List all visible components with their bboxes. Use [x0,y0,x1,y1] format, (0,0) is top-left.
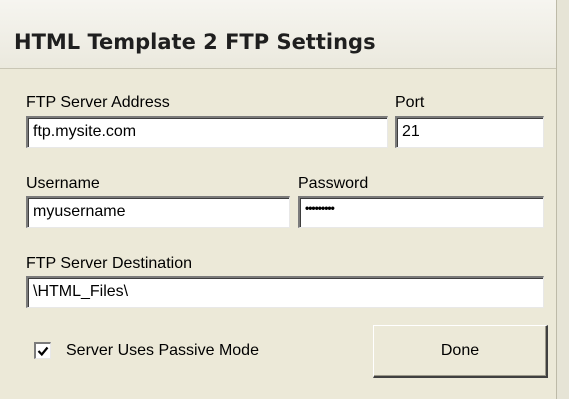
window-right-edge [556,0,569,399]
username-field[interactable]: myusername [26,196,290,228]
done-button[interactable]: Done [373,325,548,378]
password-label: Password [298,175,369,192]
destination-label: FTP Server Destination [26,255,192,272]
passive-mode-checkbox[interactable] [34,342,51,359]
server-address-label: FTP Server Address [26,94,170,111]
passive-mode-label[interactable]: Server Uses Passive Mode [66,342,259,360]
destination-field[interactable]: \HTML_Files\ [26,276,544,308]
username-label: Username [26,175,100,192]
ftp-settings-window: HTML Template 2 FTP Settings FTP Server … [0,0,569,399]
checkmark-icon [37,346,49,357]
port-field[interactable]: 21 [395,116,544,148]
password-field[interactable]: ••••••••• [298,196,544,228]
port-label: Port [395,94,425,111]
title-bar: HTML Template 2 FTP Settings [0,0,556,69]
window-title: HTML Template 2 FTP Settings [14,30,376,54]
server-address-field[interactable]: ftp.mysite.com [26,116,388,148]
